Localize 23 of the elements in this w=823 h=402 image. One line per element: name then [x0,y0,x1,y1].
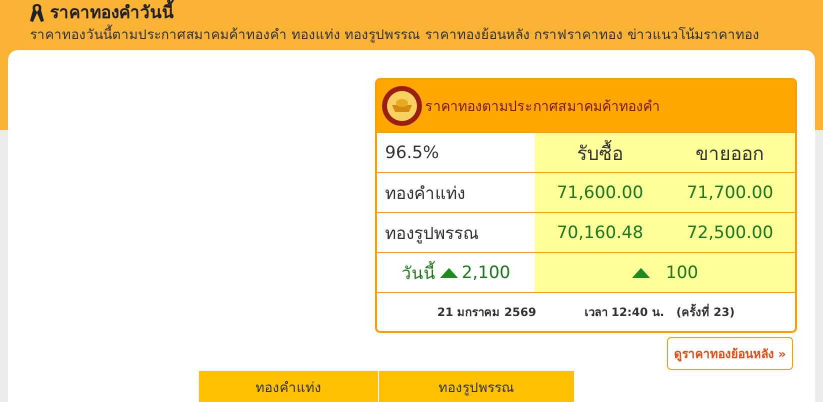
update-round: (ครั้งที่ 23) [676,303,735,321]
buy-price: 70,160.48 [535,213,665,252]
ribbon-icon [30,3,44,23]
update-date: 21 มกราคม 2569 [437,304,536,321]
row-label: ทองรูปพรรณ [377,213,535,252]
table-header: ทองคำแท่ง [199,371,379,402]
panel-title: ราคาทองตามประกาศสมาคมค้าทองคำ [425,98,660,117]
purity-label: 96.5% [377,133,535,172]
update-time: เวลา 12:40 น. [584,304,664,321]
today-change: 2,100 [462,262,510,282]
sell-price: 71,700.00 [665,173,795,212]
page-title: ราคาทองคำวันนี้ [50,2,174,24]
association-logo-icon [381,85,423,127]
today-label: วันนี้ [402,259,436,286]
column-header: ขายออก [665,133,795,172]
table-header: ทองรูปพรรณ [379,371,575,402]
page-subtitle: ราคาทองวันนี้ตามประกาศสมาคมค้าทองคำ ทองแท่ง ทองรูปพรรณ ราคาทองย้อนหลัง กราฟราคาทอง ข่าวแนวโน้มราคาทอง [30,24,823,46]
price-change: 100 [666,262,698,282]
sell-price: 72,500.00 [665,213,795,252]
buy-price: 71,600.00 [535,173,665,212]
history-link[interactable]: ดูราคาทองย้อนหลัง » [667,337,793,370]
column-header: รับซื้อ [535,133,665,172]
row-label: ทองคำแท่ง [377,173,535,212]
